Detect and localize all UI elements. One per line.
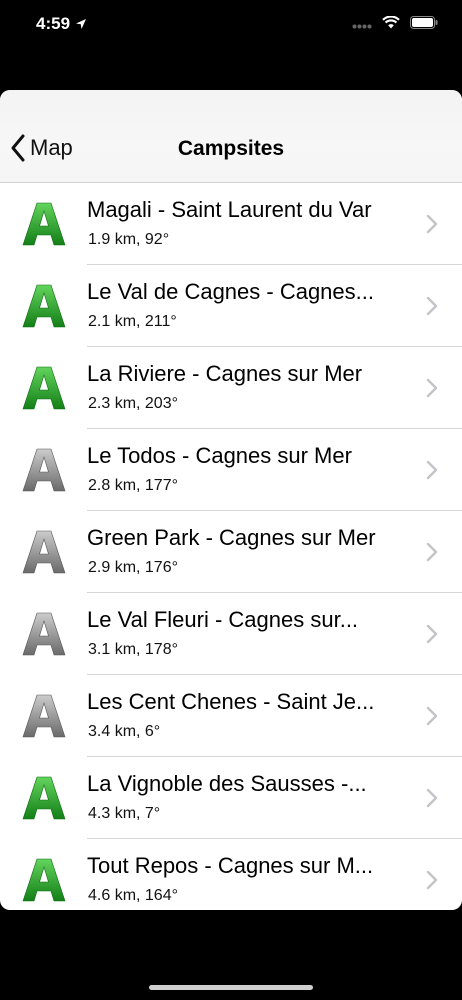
chevron-right-icon: [426, 870, 438, 890]
status-time: 4:59: [36, 14, 87, 34]
green-a-icon: [22, 776, 66, 820]
status-time-text: 4:59: [36, 14, 71, 33]
battery-icon: [410, 16, 438, 29]
green-a-icon: [22, 366, 66, 410]
list-item[interactable]: Le Val de Cagnes - Cagnes... 2.1 km, 211…: [0, 265, 462, 347]
campsite-distance-bearing: 2.9 km, 176°: [88, 559, 178, 576]
campsite-name: Le Todos - Cagnes sur Mer: [87, 443, 352, 468]
campsite-name: Green Park - Cagnes sur Mer: [87, 525, 376, 550]
list-item[interactable]: Green Park - Cagnes sur Mer 2.9 km, 176°: [0, 511, 462, 593]
campsite-distance-bearing: 3.1 km, 178°: [88, 641, 178, 658]
chevron-right-icon: [426, 214, 438, 234]
campsite-name: Le Val Fleuri - Cagnes sur...: [87, 607, 359, 632]
chevron-right-icon: [426, 788, 438, 808]
campsite-distance-bearing: 2.8 km, 177°: [88, 477, 178, 494]
wifi-icon: [382, 16, 400, 29]
navigation-bar: Map Campsites: [0, 90, 462, 183]
campsite-distance-bearing: 2.1 km, 211°: [88, 313, 177, 330]
gray-a-icon: [22, 612, 66, 656]
campsite-list: Magali - Saint Laurent du Var 1.9 km, 92…: [0, 183, 462, 910]
chevron-right-icon: [426, 706, 438, 726]
status-indicators: [352, 16, 438, 29]
campsite-distance-bearing: 1.9 km, 92°: [88, 231, 170, 248]
list-item[interactable]: Le Val Fleuri - Cagnes sur... 3.1 km, 17…: [0, 593, 462, 675]
list-item[interactable]: La Riviere - Cagnes sur Mer 2.3 km, 203°: [0, 347, 462, 429]
campsite-name: Les Cent Chenes - Saint Je...: [87, 689, 375, 714]
chevron-right-icon: [426, 296, 438, 316]
chevron-right-icon: [426, 624, 438, 644]
chevron-right-icon: [426, 378, 438, 398]
campsite-distance-bearing: 3.4 km, 6°: [88, 723, 161, 740]
list-item[interactable]: La Vignoble des Sausses -... 4.3 km, 7°: [0, 757, 462, 839]
campsite-distance-bearing: 2.3 km, 203°: [88, 395, 178, 412]
chevron-right-icon: [426, 460, 438, 480]
gray-a-icon: [22, 448, 66, 492]
campsite-name: La Riviere - Cagnes sur Mer: [87, 361, 363, 386]
campsite-name: Tout Repos - Cagnes sur M...: [87, 853, 374, 878]
page-title: Campsites: [177, 137, 285, 160]
location-arrow-icon: [76, 19, 87, 29]
cellular-signal-icon: [352, 24, 372, 28]
campsite-distance-bearing: 4.3 km, 7°: [88, 805, 161, 822]
chevron-right-icon: [426, 542, 438, 562]
list-item[interactable]: Magali - Saint Laurent du Var 1.9 km, 92…: [0, 183, 462, 265]
green-a-icon: [22, 858, 66, 902]
green-a-icon: [22, 284, 66, 328]
green-a-icon: [22, 202, 66, 246]
campsite-name: La Vignoble des Sausses -...: [87, 771, 367, 796]
status-bar: 4:59: [0, 0, 462, 50]
gray-a-icon: [22, 694, 66, 738]
campsite-distance-bearing: 4.6 km, 164°: [88, 887, 178, 904]
gray-a-icon: [22, 530, 66, 574]
list-item[interactable]: Les Cent Chenes - Saint Je... 3.4 km, 6°: [0, 675, 462, 757]
campsite-name: Le Val de Cagnes - Cagnes...: [87, 279, 374, 304]
campsites-sheet: Map Campsites Magali - Saint Laurent du …: [0, 90, 462, 910]
home-indicator[interactable]: [149, 985, 313, 990]
campsite-name: Magali - Saint Laurent du Var: [87, 197, 372, 222]
list-item[interactable]: Le Todos - Cagnes sur Mer 2.8 km, 177°: [0, 429, 462, 511]
list-item[interactable]: Tout Repos - Cagnes sur M... 4.6 km, 164…: [0, 839, 462, 910]
